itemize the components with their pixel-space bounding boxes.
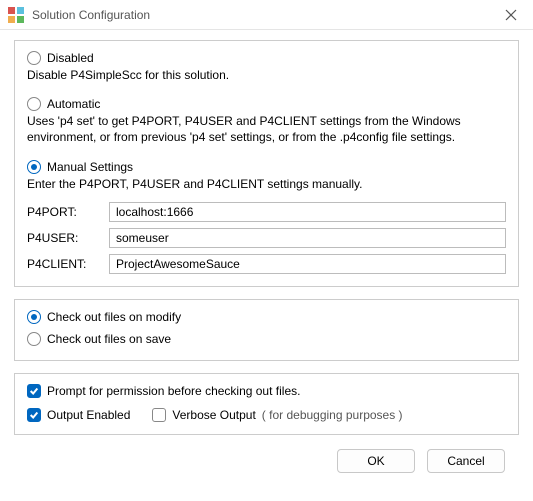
check-icon [29,410,39,420]
p4client-label: P4CLIENT: [27,257,109,271]
radio-checkout-save[interactable] [27,332,41,346]
radio-disabled-label: Disabled [47,51,94,65]
checkout-save-label: Check out files on save [47,332,171,346]
prompt-label: Prompt for permission before checking ou… [47,384,300,398]
automatic-desc: Uses 'p4 set' to get P4PORT, P4USER and … [27,113,506,145]
disabled-desc: Disable P4SimpleScc for this solution. [27,67,506,83]
manual-fields: P4PORT: P4USER: P4CLIENT: [27,202,506,274]
check-icon [29,386,39,396]
p4port-input[interactable] [109,202,506,222]
radio-automatic-label: Automatic [47,97,100,111]
radio-automatic[interactable] [27,97,41,111]
verbose-label: Verbose Output [172,408,255,422]
field-p4port-row: P4PORT: [27,202,506,222]
titlebar: Solution Configuration [0,0,533,30]
output-enabled-label: Output Enabled [47,408,130,422]
close-button[interactable] [489,0,533,30]
misc-group: Prompt for permission before checking ou… [14,373,519,435]
manual-desc: Enter the P4PORT, P4USER and P4CLIENT se… [27,176,506,192]
ok-button[interactable]: OK [337,449,415,473]
window-title: Solution Configuration [32,8,150,22]
p4client-input[interactable] [109,254,506,274]
radio-manual-label: Manual Settings [47,160,133,174]
radio-manual[interactable] [27,160,41,174]
content-area: Disabled Disable P4SimpleScc for this so… [0,30,533,483]
close-icon [505,9,517,21]
option-automatic: Automatic Uses 'p4 set' to get P4PORT, P… [27,97,506,145]
option-manual: Manual Settings Enter the P4PORT, P4USER… [27,160,506,274]
app-icon [8,7,24,23]
field-p4client-row: P4CLIENT: [27,254,506,274]
verbose-hint: ( for debugging purposes ) [262,408,403,422]
p4user-input[interactable] [109,228,506,248]
p4user-label: P4USER: [27,231,109,245]
cancel-button[interactable]: Cancel [427,449,505,473]
checkout-modify-label: Check out files on modify [47,310,181,324]
checkbox-verbose[interactable] [152,408,166,422]
checkbox-prompt[interactable] [27,384,41,398]
radio-disabled[interactable] [27,51,41,65]
checkout-group: Check out files on modify Check out file… [14,299,519,361]
checkbox-output-enabled[interactable] [27,408,41,422]
button-row: OK Cancel [14,447,519,473]
field-p4user-row: P4USER: [27,228,506,248]
p4port-label: P4PORT: [27,205,109,219]
radio-checkout-modify[interactable] [27,310,41,324]
connection-group: Disabled Disable P4SimpleScc for this so… [14,40,519,287]
option-disabled: Disabled Disable P4SimpleScc for this so… [27,51,506,83]
